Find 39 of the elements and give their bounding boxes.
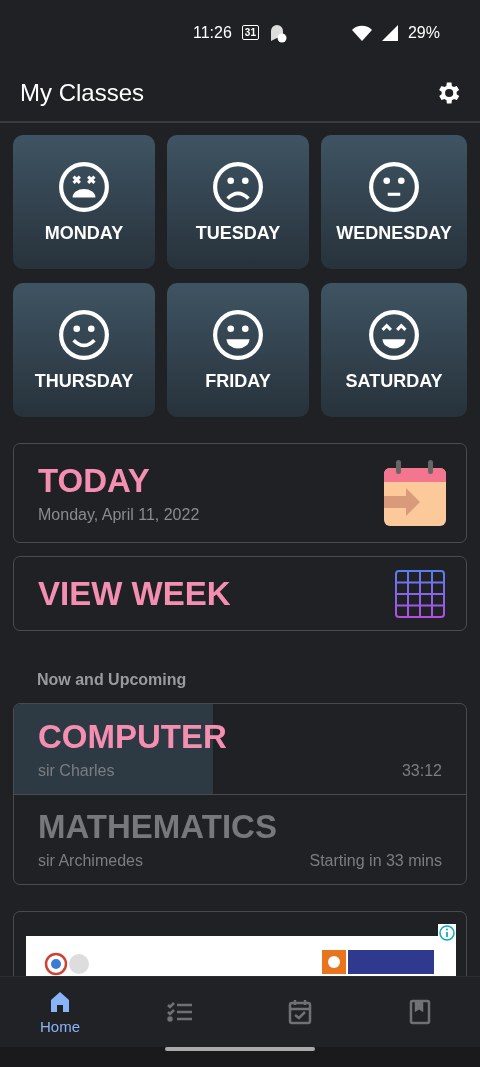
class-name: MATHEMATICS: [38, 808, 277, 846]
face-icon: [212, 160, 264, 213]
calendar-badge: 31: [241, 25, 259, 40]
info-icon[interactable]: [438, 924, 456, 942]
checklist-icon: [166, 1000, 194, 1024]
day-tile[interactable]: FRIDAY: [167, 283, 309, 417]
status-time: 11:26: [193, 23, 232, 42]
today-card[interactable]: TODAY Monday, April 11, 2022: [13, 443, 467, 543]
day-tile[interactable]: TUESDAY: [167, 135, 309, 269]
teacher-name: sir Archimedes: [38, 852, 144, 870]
day-tile[interactable]: WEDNESDAY: [321, 135, 467, 269]
screen-title: My Classes: [20, 79, 145, 107]
view-week-card[interactable]: VIEW WEEK: [13, 556, 467, 631]
view-week-title: VIEW WEEK: [38, 574, 231, 613]
day-tile[interactable]: MONDAY: [13, 135, 155, 269]
face-icon: [58, 160, 110, 213]
face-icon: [58, 308, 110, 361]
face-icon: [212, 308, 264, 361]
teacher-name: sir Charles: [38, 762, 116, 780]
home-icon: [48, 989, 72, 1014]
nav-label: Home: [40, 1017, 80, 1035]
class-time: 33:12: [401, 762, 442, 780]
notification-icon: [269, 22, 287, 43]
week-grid-icon: [394, 568, 446, 619]
nav-tab[interactable]: Home: [0, 977, 120, 1047]
calendar-icon: [288, 999, 312, 1025]
face-icon: [368, 308, 420, 361]
today-title: TODAY: [38, 462, 151, 500]
signal-icon: [381, 24, 398, 41]
section-title: Now and Upcoming: [37, 671, 187, 688]
day-tile[interactable]: SATURDAY: [321, 283, 467, 417]
bookmark-book-icon: [409, 999, 431, 1025]
day-tile[interactable]: THURSDAY: [13, 283, 155, 417]
class-time: Starting in 33 mins: [309, 852, 442, 870]
face-icon: [368, 160, 420, 213]
wifi-icon: [351, 24, 372, 41]
battery-percent: 29%: [407, 23, 440, 42]
class-name: COMPUTER: [38, 718, 227, 756]
today-date: Monday, April 11, 2022: [38, 506, 200, 524]
